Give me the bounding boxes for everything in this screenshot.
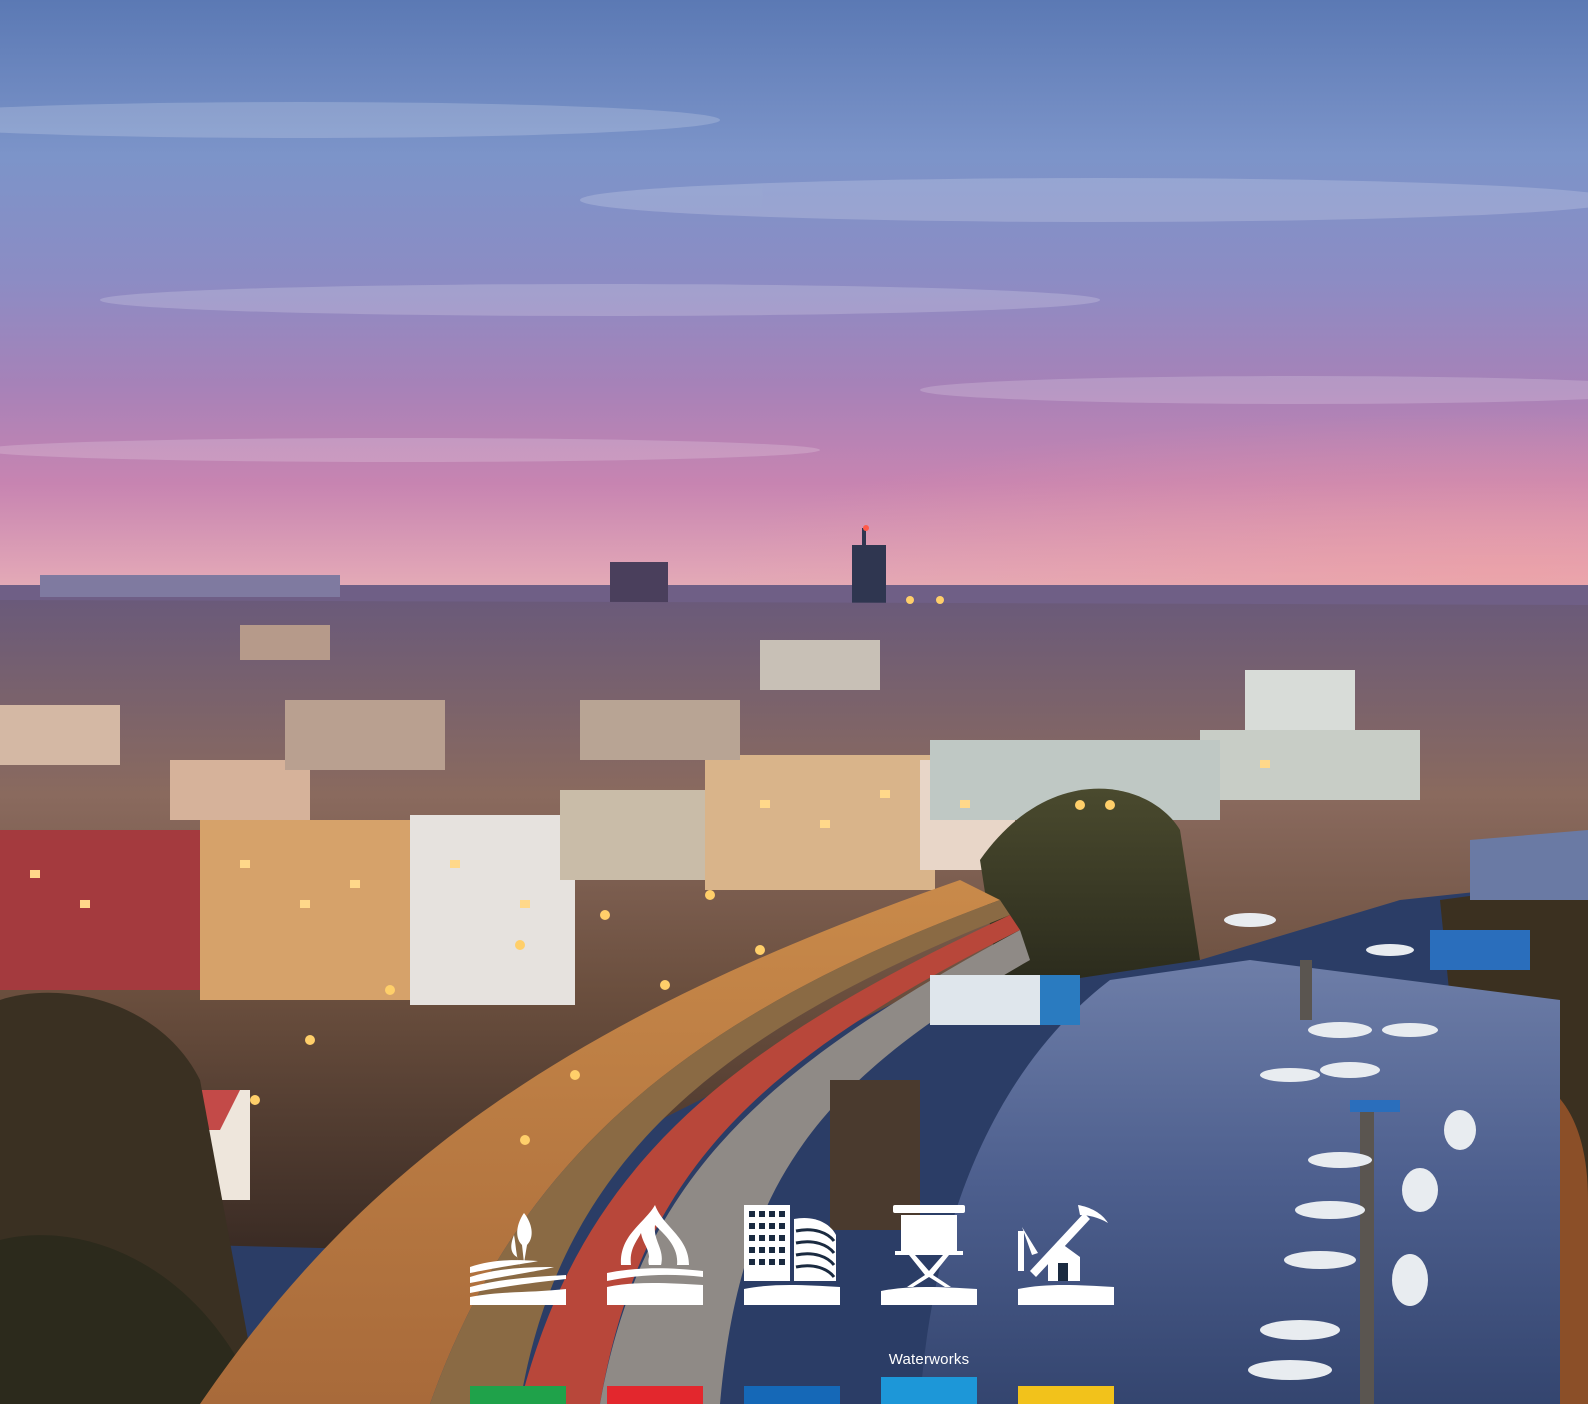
category-icons-row: Waterworks [470,1205,1120,1404]
buildings-icon [744,1205,840,1305]
category-agriculture [470,1205,566,1404]
category-energy [607,1205,703,1404]
pickaxe-house-icon [1018,1205,1114,1305]
category-buildings [744,1205,840,1404]
city-river-dusk-photo [0,0,1588,1404]
category-color-bar [1018,1386,1114,1404]
category-color-bar [607,1386,703,1404]
category-waterworks: Waterworks [881,1205,977,1404]
category-color-bar [881,1377,977,1404]
field-wheat-icon [470,1213,566,1305]
flame-icon [607,1205,703,1305]
category-mining [1018,1205,1114,1404]
category-color-bar [744,1386,840,1404]
category-color-bar [470,1386,566,1404]
category-label: Waterworks [888,1351,970,1368]
water-tower-icon [881,1205,977,1305]
